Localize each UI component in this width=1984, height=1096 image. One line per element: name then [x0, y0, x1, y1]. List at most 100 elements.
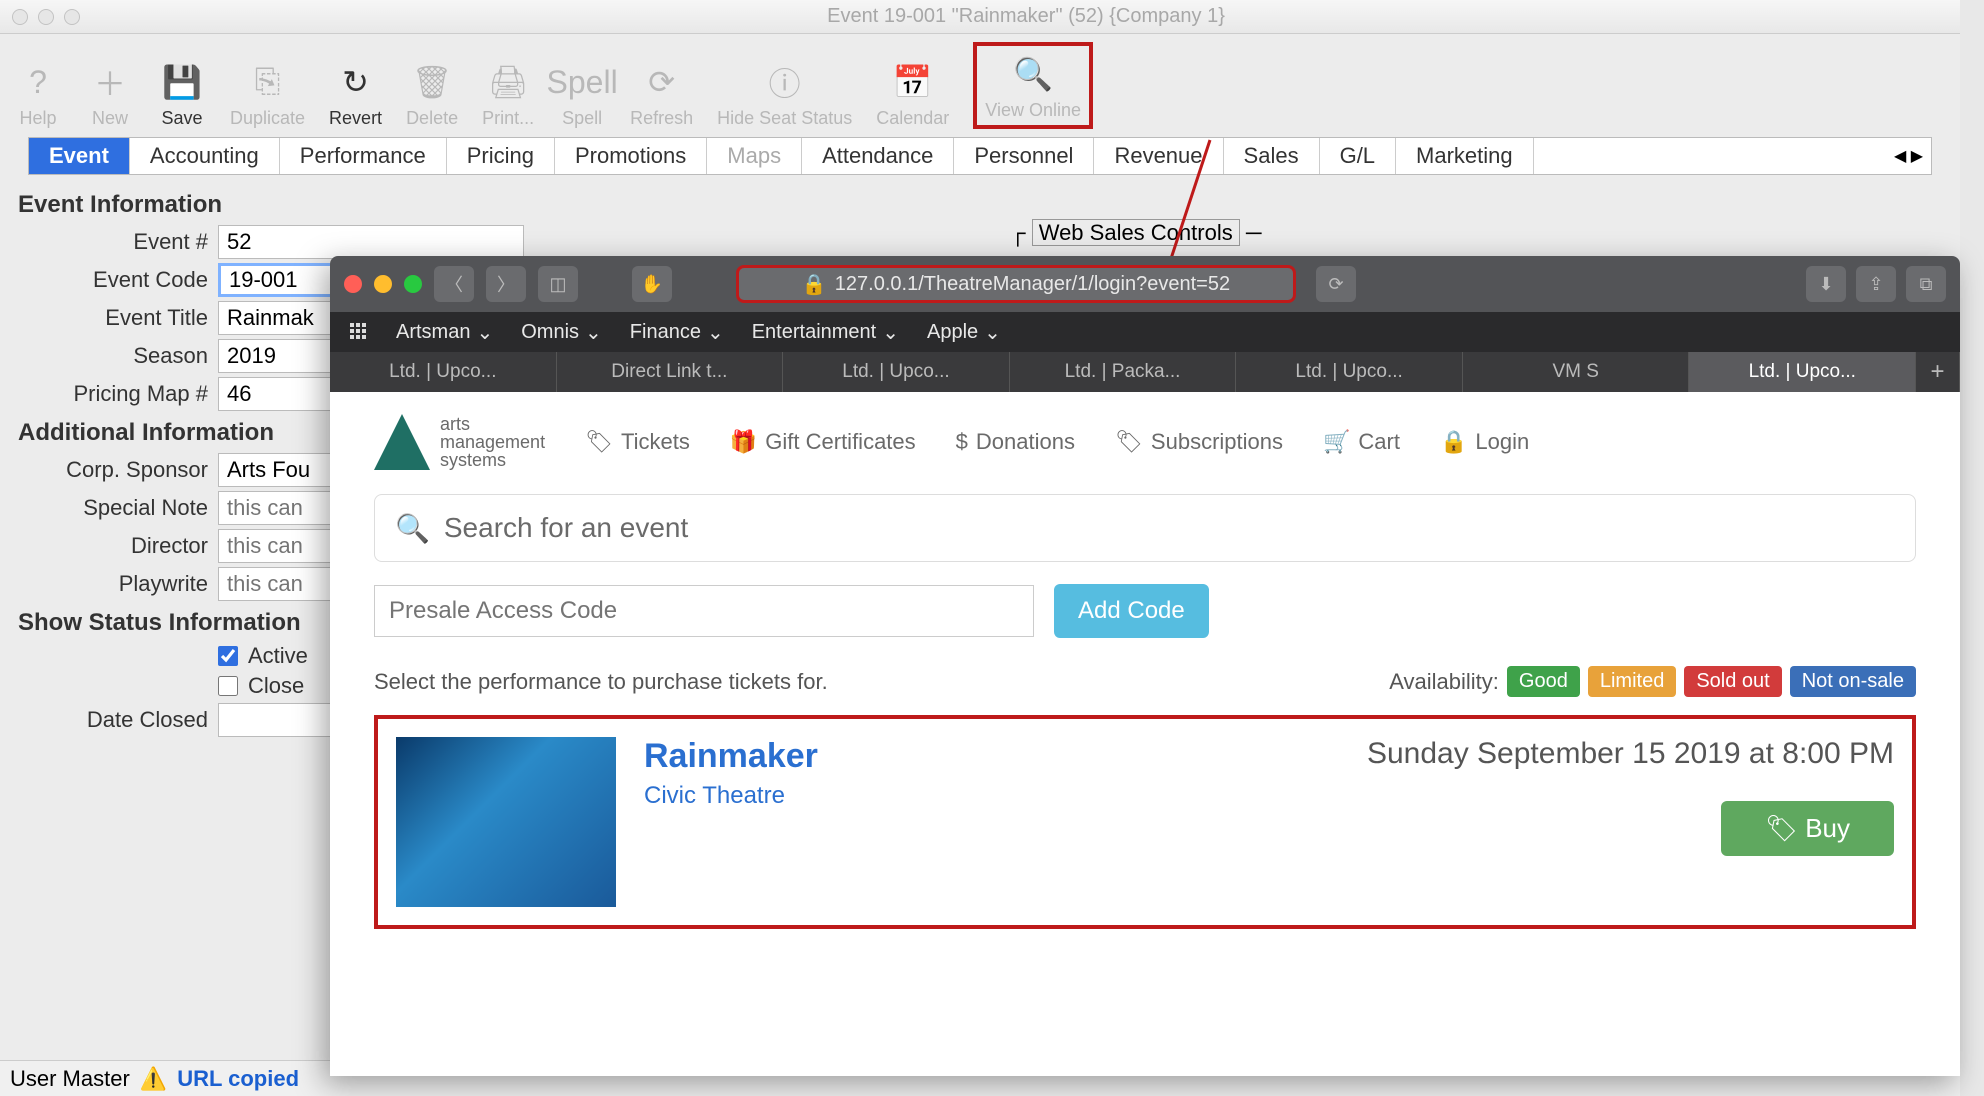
tab-promotions[interactable]: Promotions — [555, 138, 707, 174]
nav-donations[interactable]: $ Donations — [956, 429, 1075, 455]
revert-icon: ↻ — [332, 58, 380, 106]
event-date: Sunday September 15 2019 at 8:00 PM — [1367, 737, 1894, 771]
apps-icon[interactable] — [350, 323, 368, 341]
tabs-button[interactable]: ⧉ — [1906, 266, 1946, 302]
close-icon[interactable] — [12, 9, 28, 25]
new-tab-button[interactable]: + — [1916, 352, 1960, 392]
user-label: User Master — [10, 1066, 130, 1092]
minimize-icon[interactable] — [38, 9, 54, 25]
tab-maps[interactable]: Maps — [707, 138, 802, 174]
chevron-down-icon: ⌄ — [984, 320, 1001, 345]
browser-tab[interactable]: Ltd. | Upco... — [1236, 352, 1463, 392]
toolbar-print[interactable]: 🖨Print... — [482, 58, 534, 129]
browser-toolbar: 〈 〉 ◫ ✋ 🔒 127.0.0.1/TheatreManager/1/log… — [330, 256, 1960, 312]
tab-marketing[interactable]: Marketing — [1396, 138, 1534, 174]
badge-soldout: Sold out — [1684, 666, 1781, 697]
url-text: 127.0.0.1/TheatreManager/1/login?event=5… — [835, 273, 1230, 296]
toolbar-revert[interactable]: ↻Revert — [329, 58, 382, 129]
back-button[interactable]: 〈 — [434, 266, 474, 302]
toolbar-duplicate[interactable]: ⎘Duplicate — [230, 58, 305, 129]
browser-tab[interactable]: Direct Link t... — [557, 352, 784, 392]
delete-icon: 🗑 — [408, 58, 456, 106]
zoom-icon[interactable] — [64, 9, 80, 25]
fav-apple[interactable]: Apple ⌄ — [927, 320, 1001, 345]
label-special: Special Note — [18, 495, 208, 521]
browser-tab[interactable]: Ltd. | Upco... — [783, 352, 1010, 392]
fav-omnis[interactable]: Omnis ⌄ — [521, 320, 602, 345]
browser-tabs: Ltd. | Upco...Direct Link t...Ltd. | Upc… — [330, 352, 1960, 392]
site-nav: artsmanagementsystems 🏷 Tickets 🎁 Gift Ce… — [374, 414, 1916, 470]
shield-button[interactable]: ✋ — [632, 266, 672, 302]
active-checkbox[interactable] — [218, 646, 238, 666]
tab-revenue[interactable]: Revenue — [1094, 138, 1223, 174]
tab-attendance[interactable]: Attendance — [802, 138, 954, 174]
toolbar-spell[interactable]: SpellSpell — [558, 58, 606, 129]
browser-tab[interactable]: Ltd. | Packa... — [1010, 352, 1237, 392]
select-performance-text: Select the performance to purchase ticke… — [374, 669, 828, 695]
label-director: Director — [18, 533, 208, 559]
toolbar-refresh[interactable]: ⟳Refresh — [630, 58, 693, 129]
browser-tab[interactable]: Ltd. | Upco... — [330, 352, 557, 392]
tab-performance[interactable]: Performance — [280, 138, 447, 174]
label-event-title: Event Title — [18, 305, 208, 331]
toolbar-delete[interactable]: 🗑Delete — [406, 58, 458, 129]
toolbar-view-online[interactable]: 🔍View Online — [973, 42, 1093, 129]
download-button[interactable]: ⬇ — [1806, 266, 1846, 302]
presale-input[interactable] — [374, 585, 1034, 637]
sidebar-button[interactable]: ◫ — [538, 266, 578, 302]
address-bar[interactable]: 🔒 127.0.0.1/TheatreManager/1/login?event… — [736, 265, 1296, 303]
close-icon[interactable] — [344, 275, 362, 293]
chevron-down-icon: ⌄ — [585, 320, 602, 345]
tab-accounting[interactable]: Accounting — [130, 138, 280, 174]
browser-tab[interactable]: VM S — [1463, 352, 1690, 392]
site-logo[interactable]: artsmanagementsystems — [374, 414, 545, 470]
tab-event[interactable]: Event — [29, 138, 130, 174]
toolbar-calendar[interactable]: 📅Calendar — [876, 58, 949, 129]
tab-g/l[interactable]: G/L — [1320, 138, 1396, 174]
reload-button[interactable]: ⟳ — [1316, 266, 1356, 302]
add-code-button[interactable]: Add Code — [1054, 584, 1209, 638]
minimize-icon[interactable] — [374, 275, 392, 293]
event-num-field[interactable] — [218, 225, 524, 259]
event-title-link[interactable]: Rainmaker — [644, 737, 1339, 776]
search-input[interactable]: 🔍 Search for an event — [374, 494, 1916, 562]
save-icon: 💾 — [158, 58, 206, 106]
nav-gift-certificates[interactable]: 🎁 Gift Certificates — [730, 429, 916, 455]
badge-limited: Limited — [1588, 666, 1676, 697]
tab-scroll[interactable]: ◀ ▶ — [1886, 138, 1931, 174]
label-closed: Close — [248, 673, 304, 699]
browser-tab[interactable]: Ltd. | Upco... — [1689, 352, 1916, 392]
tab-pricing[interactable]: Pricing — [447, 138, 555, 174]
print-icon: 🖨 — [484, 58, 532, 106]
nav-subscriptions[interactable]: 🏷 Subscriptions — [1115, 429, 1283, 455]
nav-cart[interactable]: 🛒 Cart — [1323, 429, 1400, 455]
label-season: Season — [18, 343, 208, 369]
share-button[interactable]: ⇪ — [1856, 266, 1896, 302]
logo-text: artsmanagementsystems — [440, 415, 545, 469]
favorites-bar: Artsman ⌄ Omnis ⌄ Finance ⌄ Entertainment ⌄… — [330, 312, 1960, 352]
toolbar-hide-seat[interactable]: ⓘHide Seat Status — [717, 58, 852, 129]
label-active: Active — [248, 643, 308, 669]
fav-artsman[interactable]: Artsman ⌄ — [396, 320, 493, 345]
section-event-info: Event Information — [18, 191, 1942, 219]
fav-entertainment[interactable]: Entertainment ⌄ — [752, 320, 899, 345]
forward-button[interactable]: 〉 — [486, 266, 526, 302]
safari-window: 〈 〉 ◫ ✋ 🔒 127.0.0.1/TheatreManager/1/log… — [330, 256, 1960, 1076]
new-icon: ＋ — [86, 58, 134, 106]
zoom-icon[interactable] — [404, 275, 422, 293]
toolbar-save[interactable]: 💾Save — [158, 58, 206, 129]
tab-personnel[interactable]: Personnel — [954, 138, 1094, 174]
fav-finance[interactable]: Finance ⌄ — [630, 320, 724, 345]
closed-checkbox[interactable] — [218, 676, 238, 696]
chevron-down-icon: ⌄ — [476, 320, 493, 345]
label-corp: Corp. Sponsor — [18, 457, 208, 483]
tab-sales[interactable]: Sales — [1224, 138, 1320, 174]
nav-login[interactable]: 🔒 Login — [1440, 429, 1529, 455]
nav-tickets[interactable]: 🏷 Tickets — [585, 429, 690, 455]
chevron-down-icon: ⌄ — [707, 320, 724, 345]
view-online-icon: 🔍 — [1009, 50, 1057, 98]
help-icon: ? — [14, 58, 62, 106]
buy-button[interactable]: 🏷 Buy — [1721, 801, 1894, 856]
toolbar-help[interactable]: ?Help — [14, 58, 62, 129]
toolbar-new[interactable]: ＋New — [86, 58, 134, 129]
